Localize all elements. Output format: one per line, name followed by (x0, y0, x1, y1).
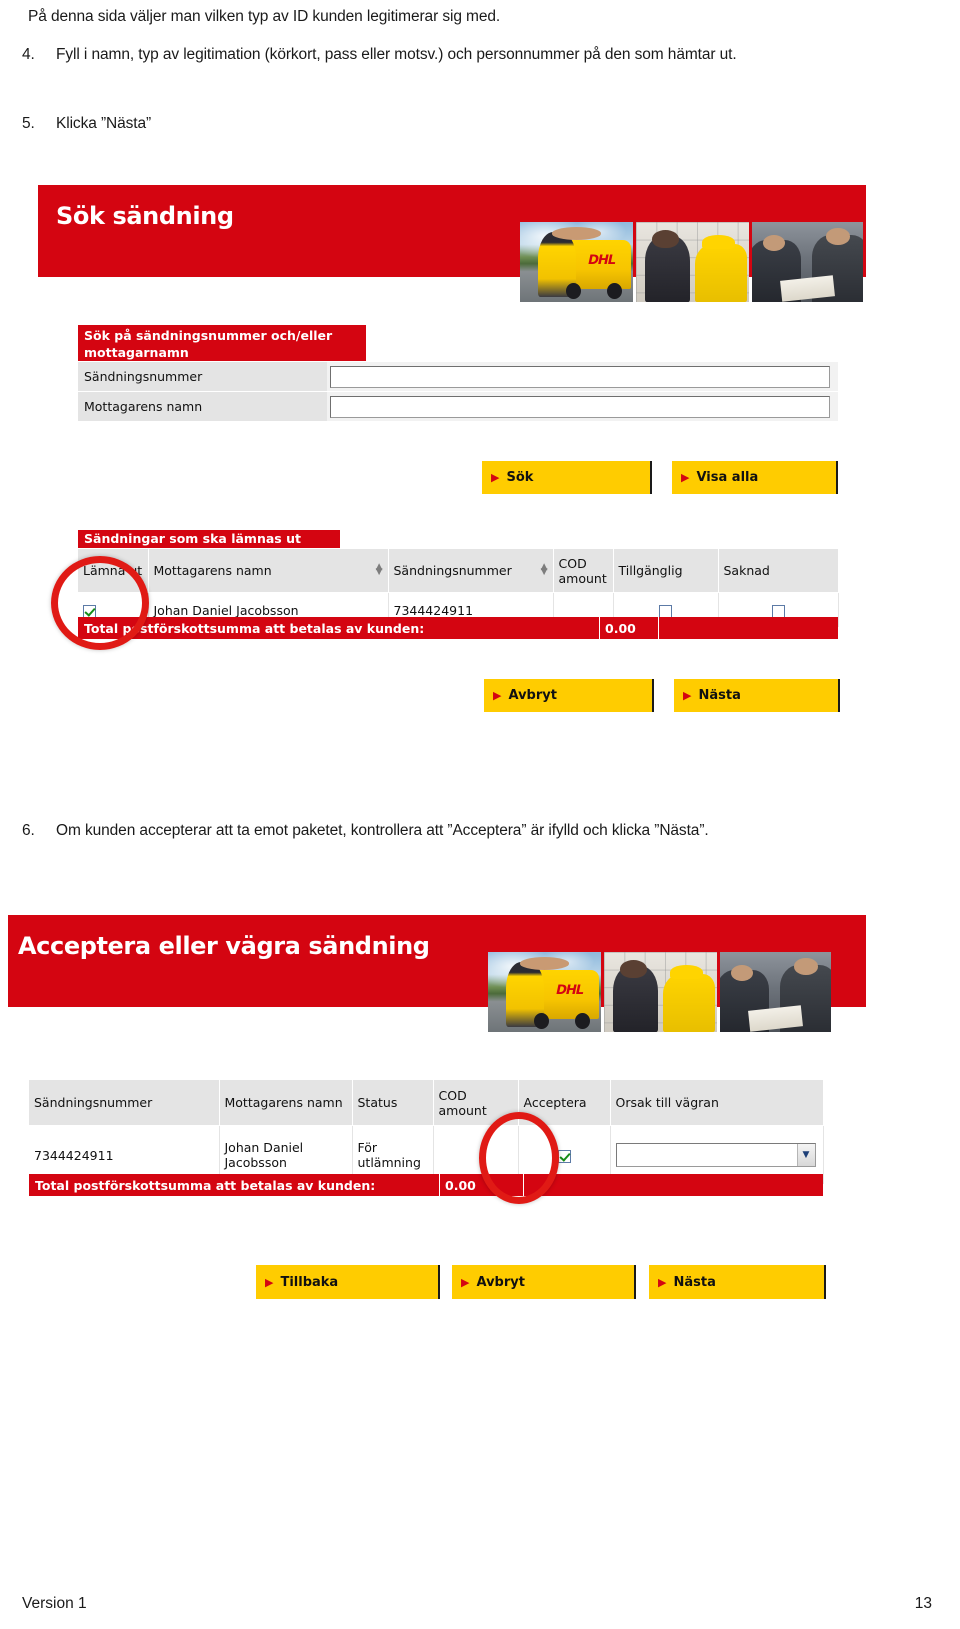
col-tillganglig[interactable]: Tillgänglig (613, 549, 719, 593)
chevron-down-icon[interactable]: ▼ (796, 1144, 815, 1166)
field-cell-mottagarens-namn (327, 392, 838, 421)
field-cell-sandningsnummer (327, 362, 838, 391)
lamna-ut-checkbox[interactable] (83, 604, 96, 618)
accept-table: Sändningsnummer Mottagarens namn Status … (29, 1080, 824, 1184)
play-arrow-icon: ▶ (461, 1275, 470, 1289)
col-sandningsnummer[interactable]: ▲ ▼ Sändningsnummer (388, 549, 554, 593)
sandningsnummer-input[interactable] (330, 365, 831, 388)
saknad-checkbox[interactable] (771, 604, 785, 618)
next-button[interactable]: ▶ Nästa (674, 679, 840, 712)
search-button[interactable]: ▶ Sök (482, 461, 652, 494)
step-4-number: 4. (22, 46, 35, 63)
dhl-counter-service-photo (604, 952, 717, 1032)
show-all-button[interactable]: ▶ Visa alla (672, 461, 838, 494)
col-cod-amount[interactable]: COD amount (433, 1080, 519, 1126)
cancel-button[interactable]: ▶ Avbryt (484, 679, 654, 712)
col-orsak-till-vagran[interactable]: Orsak till vägran (610, 1080, 824, 1126)
sort-arrows-icon[interactable]: ▲ ▼ (376, 563, 383, 577)
search-button-label: Sök (506, 470, 534, 485)
total-value-search: 0.00 (599, 617, 659, 639)
col-saknad[interactable]: Saknad (718, 549, 839, 593)
dhl-courier-van-photo: DHL (488, 952, 601, 1032)
cancel-button[interactable]: ▶ Avbryt (452, 1265, 636, 1299)
col-acceptera[interactable]: Acceptera (518, 1080, 611, 1126)
label-mottagarens-namn: Mottagarens namn (78, 392, 328, 421)
results-table-header-row: Lämna ut ▲ ▼ Mottagarens namn ▲ ▼ Sändning… (78, 549, 839, 593)
results-table: Lämna ut ▲ ▼ Mottagarens namn ▲ ▼ Sändning… (78, 549, 839, 627)
accept-table-header-row: Sändningsnummer Mottagarens namn Status … (29, 1080, 824, 1126)
step-6-text: Om kunden accepterar att ta emot paketet… (56, 822, 709, 839)
step-5-text: Klicka ”Nästa” (56, 115, 152, 132)
step-4-text: Fyll i namn, typ av legitimation (körkor… (56, 46, 737, 63)
page-footer: Version 1 13 (0, 1595, 960, 1613)
col-mottagarens-namn[interactable]: ▲ ▼ Mottagarens namn (148, 549, 389, 593)
footer-page-number: 13 (914, 1595, 932, 1612)
banner-title-search: Sök sändning (56, 202, 234, 230)
acceptera-checkbox[interactable] (557, 1149, 571, 1163)
col-lamna-ut[interactable]: Lämna ut (78, 549, 149, 593)
footer-version: Version 1 (22, 1595, 87, 1612)
search-panel-heading: Sök på sändningsnummer och/eller mottaga… (78, 325, 366, 361)
screenshot-sok-sandning: Sök sändning DHL Sök på sändningsnummer (38, 185, 866, 725)
dhl-business-meeting-photo (720, 952, 831, 1032)
instruction-step-5: 5. Klicka ”Nästa” (22, 113, 902, 135)
play-arrow-icon: ▶ (683, 689, 692, 702)
orsak-till-vagran-select[interactable]: ▼ (615, 1143, 816, 1167)
col-status[interactable]: Status (352, 1080, 434, 1126)
total-bar-accept: Total postförskottsumma att betalas av k… (29, 1174, 823, 1196)
next-button[interactable]: ▶ Nästa (649, 1265, 826, 1299)
step-5-number: 5. (22, 115, 35, 132)
step-6-number: 6. (22, 822, 35, 839)
play-arrow-icon: ▶ (493, 689, 502, 702)
total-bar-search: Total postförskottsumma att betalas av k… (78, 617, 838, 639)
next-button-label: Nästa (698, 688, 741, 703)
cancel-button-label: Avbryt (508, 688, 557, 703)
col-mottagarens-namn[interactable]: Mottagarens namn (219, 1080, 353, 1126)
search-row-sandningsnummer: Sändningsnummer (78, 362, 838, 392)
back-button-label: Tillbaka (280, 1274, 339, 1290)
play-arrow-icon: ▶ (681, 471, 690, 484)
total-label-accept: Total postförskottsumma att betalas av k… (35, 1177, 376, 1193)
dhl-courier-van-photo: DHL (520, 222, 633, 302)
intro-paragraph: På denna sida väljer man vilken typ av I… (28, 8, 501, 25)
total-label-search: Total postförskottsumma att betalas av k… (84, 620, 425, 636)
sort-arrows-icon[interactable]: ▲ ▼ (541, 563, 548, 577)
dhl-business-meeting-photo (752, 222, 863, 302)
instruction-step-6: 6. Om kunden accepterar att ta emot pake… (22, 820, 912, 842)
results-heading: Sändningar som ska lämnas ut (78, 530, 340, 548)
col-sandningsnummer-label: Sändningsnummer (393, 563, 512, 578)
col-cod-amount[interactable]: COD amount (553, 549, 614, 593)
play-arrow-icon: ▶ (491, 471, 500, 484)
play-arrow-icon: ▶ (265, 1275, 274, 1289)
play-arrow-icon: ▶ (658, 1275, 667, 1289)
total-value-accept: 0.00 (439, 1174, 524, 1196)
label-sandningsnummer: Sändningsnummer (78, 362, 328, 391)
search-panel: Sök på sändningsnummer och/eller mottaga… (78, 325, 838, 422)
dhl-counter-service-photo (636, 222, 749, 302)
show-all-button-label: Visa alla (696, 470, 759, 485)
banner-title-accept: Acceptera eller vägra sändning (18, 932, 430, 960)
next-button-label: Nästa (673, 1274, 716, 1290)
instruction-step-4: 4. Fyll i namn, typ av legitimation (kör… (22, 44, 902, 66)
banner-photo-strip-accept: DHL (488, 952, 834, 1032)
search-row-mottagarens-namn: Mottagarens namn (78, 392, 838, 422)
banner-photo-strip-search: DHL (520, 222, 866, 302)
mottagarens-namn-input[interactable] (330, 395, 831, 418)
back-button[interactable]: ▶ Tillbaka (256, 1265, 440, 1299)
screenshot-acceptera-eller-vagra: Acceptera eller vägra sändning DHL Sändn… (8, 910, 866, 1320)
tillganglig-checkbox[interactable] (659, 604, 672, 618)
cancel-button-label: Avbryt (476, 1274, 525, 1290)
col-mottagarens-namn-label: Mottagarens namn (153, 563, 272, 578)
col-sandningsnummer[interactable]: Sändningsnummer (29, 1080, 220, 1126)
